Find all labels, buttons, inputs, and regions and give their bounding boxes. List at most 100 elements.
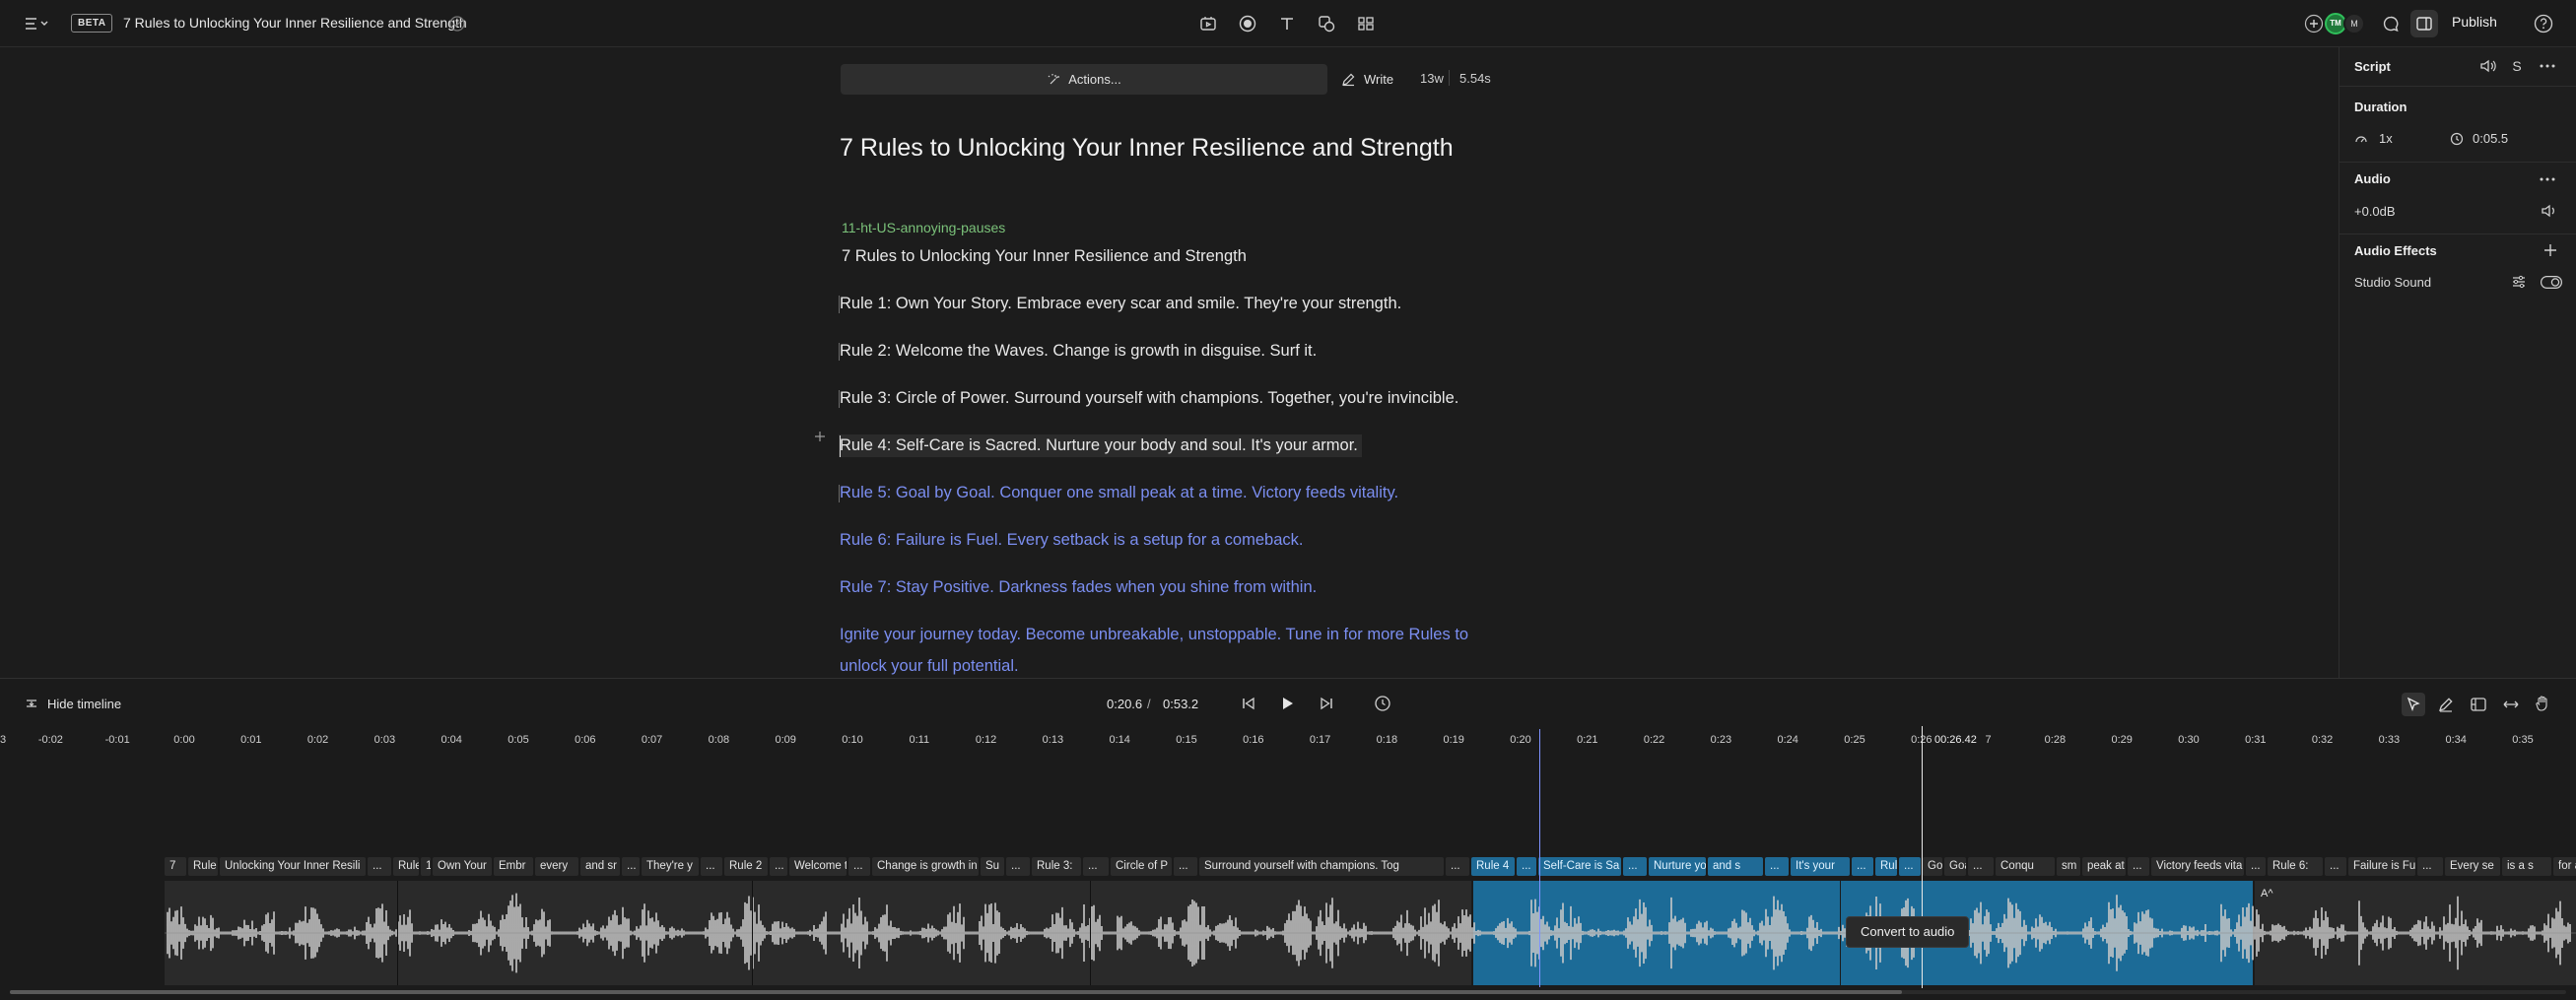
speaker-icon[interactable] bbox=[2479, 58, 2497, 74]
word-chip[interactable]: Victory feeds vita bbox=[2151, 857, 2244, 876]
script-line[interactable]: Rule 5: Goal by Goal. Conquer one small … bbox=[840, 484, 1398, 502]
avatar[interactable]: M bbox=[2343, 13, 2365, 34]
help-icon[interactable] bbox=[2534, 14, 2553, 33]
word-chip[interactable]: 7 bbox=[165, 857, 186, 876]
word-chip[interactable]: Rule bbox=[393, 857, 419, 876]
script-line-selected[interactable]: Rule 4: Self-Care is Sacred. Nurture you… bbox=[839, 434, 1362, 457]
speed-value[interactable]: 1x bbox=[2379, 131, 2393, 146]
shapes-icon[interactable] bbox=[1313, 10, 1340, 37]
word-chip[interactable]: Conqu bbox=[1996, 857, 2055, 876]
skip-forward-icon[interactable] bbox=[1319, 696, 1334, 711]
word-chip[interactable]: ... bbox=[1517, 857, 1536, 876]
word-chip[interactable]: ... bbox=[1446, 857, 1469, 876]
text-icon[interactable] bbox=[1273, 10, 1301, 37]
actions-button[interactable]: Actions... bbox=[841, 64, 1327, 95]
timeline-scroll-thumb[interactable] bbox=[10, 990, 1902, 994]
media-insert-icon[interactable] bbox=[1194, 10, 1222, 37]
word-chip[interactable]: Rule 3: bbox=[1032, 857, 1081, 876]
word-chip[interactable]: Rule 6: bbox=[2268, 857, 2323, 876]
publish-button[interactable]: Publish bbox=[2452, 14, 2497, 30]
record-icon[interactable] bbox=[1234, 10, 1261, 37]
word-chip[interactable]: Change is growth in bbox=[872, 857, 979, 876]
word-chip[interactable]: Every se bbox=[2445, 857, 2500, 876]
word-chip[interactable]: ... bbox=[1765, 857, 1789, 876]
grid-icon[interactable] bbox=[1352, 10, 1380, 37]
word-chip[interactable]: ... bbox=[1006, 857, 1030, 876]
word-chip[interactable]: ... bbox=[368, 857, 391, 876]
word-chip[interactable]: Goa bbox=[1923, 857, 1942, 876]
word-chip[interactable]: Welcome tl bbox=[789, 857, 847, 876]
word-chip[interactable]: Failure is Fu bbox=[2348, 857, 2415, 876]
word-chip[interactable]: ... bbox=[622, 857, 640, 876]
script-line[interactable]: Rule 1: Own Your Story. Embrace every sc… bbox=[840, 295, 1401, 313]
word-chip[interactable]: Rule 4 bbox=[1471, 857, 1515, 876]
speaker-label[interactable]: 11-ht-US-annoying-pauses bbox=[842, 220, 1005, 235]
toggle-switch[interactable] bbox=[2541, 276, 2562, 289]
comment-icon[interactable] bbox=[2377, 10, 2405, 37]
toggle-panel-icon[interactable] bbox=[2410, 10, 2438, 37]
word-chip[interactable]: and sr bbox=[580, 857, 620, 876]
menu-icon[interactable] bbox=[24, 16, 49, 32]
hide-timeline-button[interactable]: Hide timeline bbox=[47, 697, 121, 711]
sliders-icon[interactable] bbox=[2511, 274, 2527, 290]
word-chip[interactable]: every bbox=[535, 857, 578, 876]
add-line-icon[interactable] bbox=[813, 430, 827, 443]
play-icon[interactable] bbox=[1278, 695, 1296, 712]
word-chip[interactable]: ... bbox=[2325, 857, 2346, 876]
word-chip[interactable]: and s bbox=[1708, 857, 1763, 876]
word-chip[interactable]: ... bbox=[1899, 857, 1921, 876]
select-tool-icon[interactable] bbox=[2402, 693, 2425, 716]
word-chip[interactable]: Self-Care is Sa bbox=[1538, 857, 1621, 876]
gain-value[interactable]: +0.0dB bbox=[2354, 204, 2396, 219]
word-chip[interactable]: Own Your bbox=[433, 857, 492, 876]
word-chip[interactable]: Rule 5 bbox=[1875, 857, 1897, 876]
add-collaborator-icon[interactable] bbox=[2304, 14, 2324, 33]
skip-back-icon[interactable] bbox=[1241, 696, 1256, 711]
script-line[interactable]: unlock your full potential. bbox=[840, 657, 1019, 676]
current-playhead[interactable] bbox=[1539, 729, 1540, 987]
word-chip[interactable]: Goa bbox=[1944, 857, 1966, 876]
fit-width-icon[interactable] bbox=[2502, 696, 2520, 713]
word-chip[interactable]: Surround yourself with champions. Tog bbox=[1199, 857, 1444, 876]
word-chip[interactable]: It's your bbox=[1791, 857, 1850, 876]
add-effect-icon[interactable] bbox=[2542, 242, 2558, 258]
page-title[interactable]: 7 Rules to Unlocking Your Inner Resilien… bbox=[840, 134, 1454, 163]
script-line[interactable]: Rule 2: Welcome the Waves. Change is gro… bbox=[840, 342, 1317, 361]
more-icon[interactable] bbox=[2539, 57, 2556, 75]
word-chip[interactable]: for a co bbox=[2553, 857, 2576, 876]
word-chip[interactable]: They're y bbox=[642, 857, 699, 876]
word-chip[interactable]: is a s bbox=[2502, 857, 2551, 876]
word-chip[interactable]: Rule bbox=[188, 857, 218, 876]
script-line[interactable]: Ignite your journey today. Become unbrea… bbox=[840, 626, 1468, 644]
duration-value[interactable]: 0:05.5 bbox=[2473, 131, 2508, 146]
document-title[interactable]: 7 Rules to Unlocking Your Inner Resilien… bbox=[123, 15, 467, 31]
convert-to-audio-tooltip[interactable]: Convert to audio bbox=[1846, 916, 1970, 948]
word-chip[interactable]: ... bbox=[2128, 857, 2149, 876]
word-chip[interactable]: ... bbox=[2417, 857, 2443, 876]
word-chip[interactable]: sm bbox=[2057, 857, 2080, 876]
write-button[interactable]: Write bbox=[1341, 68, 1393, 90]
word-chip[interactable]: ... bbox=[2246, 857, 2266, 876]
speaker-s-icon[interactable]: S bbox=[2510, 57, 2524, 75]
script-line[interactable]: Rule 6: Failure is Fuel. Every setback i… bbox=[840, 531, 1303, 550]
word-chip[interactable]: Nurture yo bbox=[1649, 857, 1706, 876]
more-icon[interactable] bbox=[2539, 170, 2556, 188]
script-line[interactable]: Rule 3: Circle of Power. Surround yourse… bbox=[840, 389, 1458, 408]
word-chip[interactable]: ... bbox=[1174, 857, 1197, 876]
volume-icon[interactable] bbox=[2541, 203, 2558, 219]
word-chip[interactable]: ... bbox=[1623, 857, 1647, 876]
frame-tool-icon[interactable] bbox=[2470, 696, 2487, 713]
word-chip[interactable]: ... bbox=[1083, 857, 1109, 876]
word-chip[interactable]: Unlocking Your Inner Resili bbox=[220, 857, 366, 876]
draw-tool-icon[interactable] bbox=[2437, 696, 2455, 713]
script-line[interactable]: 7 Rules to Unlocking Your Inner Resilien… bbox=[842, 247, 1247, 266]
word-chip[interactable]: ... bbox=[770, 857, 787, 876]
word-chip[interactable]: 1 bbox=[421, 857, 431, 876]
word-chip[interactable]: ... bbox=[701, 857, 722, 876]
word-chip[interactable]: Rule 2 bbox=[724, 857, 768, 876]
word-chip[interactable]: Circle of P bbox=[1111, 857, 1172, 876]
word-chip[interactable]: peak at a bbox=[2082, 857, 2126, 876]
hand-tool-icon[interactable] bbox=[2534, 695, 2551, 712]
loop-icon[interactable] bbox=[1374, 695, 1391, 712]
word-chip[interactable]: ... bbox=[1968, 857, 1994, 876]
